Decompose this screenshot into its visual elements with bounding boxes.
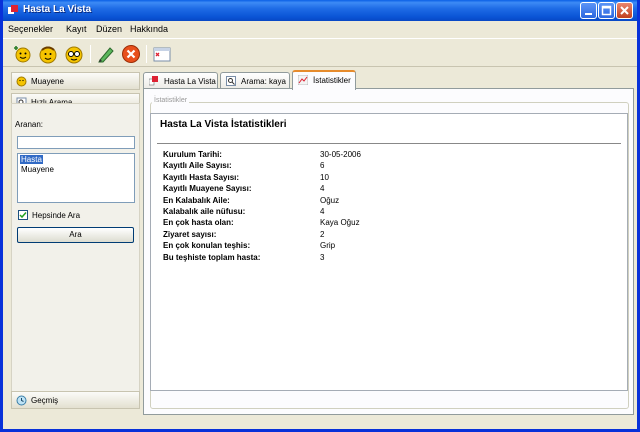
app-icon — [148, 76, 159, 86]
stats-value: 10 — [320, 172, 329, 182]
tab-arama[interactable]: Arama: kaya — [220, 72, 290, 89]
title-bar[interactable]: Hasta La Vista — [3, 0, 637, 21]
menu-secenekler[interactable]: Seçenekler — [8, 24, 53, 34]
stats-key: Ziyaret sayısı: — [163, 229, 217, 239]
search-all-checkbox[interactable] — [18, 210, 28, 220]
app-icon — [7, 4, 19, 16]
stats-value: 30-05-2006 — [320, 150, 361, 159]
tab-label: Arama: kaya — [241, 77, 286, 86]
stats-divider — [157, 143, 621, 144]
stats-value: 4 — [320, 184, 325, 194]
menu-bar: Seçenekler Kayıt Düzen Hakkında — [3, 21, 637, 37]
window-title: Hasta La Vista — [23, 4, 92, 15]
tab-hasta-la-vista[interactable]: Hasta La Vista — [143, 72, 218, 89]
stats-key: Kalabalık aile nüfusu: — [163, 207, 246, 216]
stats-value: Grip — [320, 241, 336, 251]
nav-muayene-label: Muayene — [31, 77, 64, 86]
toolbar-separator — [90, 45, 91, 63]
search-all-label[interactable]: Hepsinde Ara — [32, 211, 80, 220]
stats-key: En çok konulan teşhis: — [163, 241, 251, 251]
menu-duzen[interactable]: Düzen — [96, 24, 122, 34]
stats-key: Kayıtlı Aile Sayısı: — [163, 161, 232, 171]
tab-label: İstatistikler — [313, 76, 351, 85]
minimize-button[interactable] — [580, 2, 597, 19]
stats-key: Kayıtlı Hasta Sayısı: — [163, 172, 240, 182]
menu-kayit[interactable]: Kayıt — [66, 24, 87, 34]
add-patient-icon[interactable] — [37, 43, 59, 65]
nav-muayene[interactable]: Muayene — [11, 72, 140, 90]
stats-value: Kaya Oğuz — [320, 218, 360, 228]
stats-value: 4 — [320, 207, 325, 216]
list-item[interactable]: Hasta — [20, 155, 43, 164]
stats-group-legend: İstatistikler — [152, 97, 190, 104]
stats-key: En çok hasta olan: — [163, 218, 234, 228]
stats-key: En Kalabalık Aile: — [163, 195, 230, 205]
delete-icon[interactable] — [120, 43, 142, 65]
stats-value: 3 — [320, 252, 325, 262]
tab-label: Hasta La Vista — [164, 77, 216, 86]
stats-value: Oğuz — [320, 195, 340, 205]
left-panel: Muayene Hızlı Arama Aranan: Hasta Muayen… — [6, 70, 140, 414]
stats-title: Hasta La Vista İstatistikleri — [160, 119, 287, 130]
add-exam-icon[interactable] — [63, 43, 85, 65]
menu-hakkinda[interactable]: Hakkında — [130, 24, 168, 34]
stats-key: Bu teşhiste toplam hasta: — [163, 252, 261, 262]
add-family-icon[interactable] — [11, 43, 33, 65]
list-item[interactable]: Muayene — [20, 165, 55, 174]
smiley-icon — [16, 76, 27, 87]
stats-key: Kurulum Tarihi: — [163, 150, 222, 159]
search-icon — [226, 76, 236, 86]
search-button[interactable]: Ara — [17, 227, 134, 243]
toolbar — [3, 38, 637, 67]
stats-key: Kayıtlı Muayene Sayısı: — [163, 184, 252, 194]
nav-gecmis[interactable]: Geçmiş — [11, 391, 140, 409]
app-window: Hasta La Vista Seçenekler Kayıt Düzen Ha… — [0, 0, 640, 432]
stats-value: 2 — [320, 229, 325, 239]
search-type-list[interactable]: Hasta Muayene — [17, 153, 135, 203]
maximize-button[interactable] — [598, 2, 615, 19]
close-button[interactable] — [616, 2, 633, 19]
edit-icon[interactable] — [95, 43, 117, 65]
history-icon — [16, 395, 27, 406]
stats-value: 6 — [320, 161, 325, 171]
toolbar-separator — [146, 45, 147, 63]
search-input[interactable] — [17, 136, 135, 149]
search-label: Aranan: — [15, 120, 44, 129]
tab-istatistikler[interactable]: İstatistikler — [292, 70, 356, 90]
stats-icon — [297, 74, 309, 86]
close-tab-icon[interactable] — [151, 43, 173, 65]
nav-gecmis-label: Geçmiş — [31, 396, 59, 405]
